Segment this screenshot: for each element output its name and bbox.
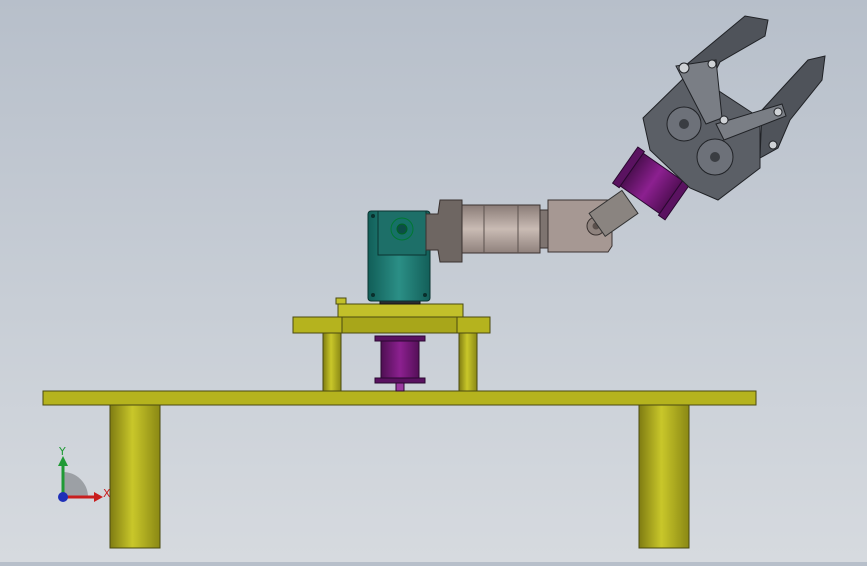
stand-tab (335, 297, 347, 305)
base-motor[interactable] (374, 335, 426, 392)
pivot-icon (773, 107, 783, 117)
pivot-icon (707, 59, 717, 69)
screw-icon (371, 214, 375, 218)
upper-arm[interactable] (425, 199, 541, 263)
screw-icon (371, 293, 375, 297)
pivot-icon (768, 140, 778, 150)
stand-leg-right[interactable] (458, 332, 478, 392)
gear-hub-icon (679, 119, 689, 129)
stand-plate-inner (341, 316, 458, 334)
cad-viewport[interactable]: Y X (0, 0, 867, 562)
stand-leg-left[interactable] (322, 332, 342, 392)
pivot-icon (719, 115, 729, 125)
triad-z-axis (58, 492, 68, 502)
pivot-icon (678, 62, 690, 74)
scene-svg[interactable]: Y X (0, 0, 867, 562)
elbow-plate-left (539, 209, 549, 249)
table[interactable] (42, 390, 757, 549)
triad-y-label: Y (58, 445, 66, 458)
screw-icon (423, 293, 427, 297)
table-leg-right[interactable] (638, 404, 690, 549)
triad-quadrant (63, 472, 88, 497)
triad-x-label: X (103, 487, 111, 500)
gear-hub-icon (710, 152, 720, 162)
base-motor-body[interactable] (380, 340, 420, 379)
stand-top-plate[interactable] (337, 303, 464, 318)
table-top[interactable] (42, 390, 757, 406)
base-motor-shaft (395, 382, 405, 392)
table-leg-left[interactable] (109, 404, 161, 549)
upper-arm-body[interactable] (461, 204, 541, 254)
reference-triad[interactable]: Y X (58, 445, 111, 502)
base-motor-foot (374, 377, 426, 384)
shoulder-servo[interactable] (367, 210, 431, 305)
triad-x-arrow-icon (94, 492, 103, 502)
upper-arm-bracket (425, 199, 463, 263)
shoulder-joint-cap (396, 223, 408, 235)
base-motor-flange (374, 335, 426, 342)
